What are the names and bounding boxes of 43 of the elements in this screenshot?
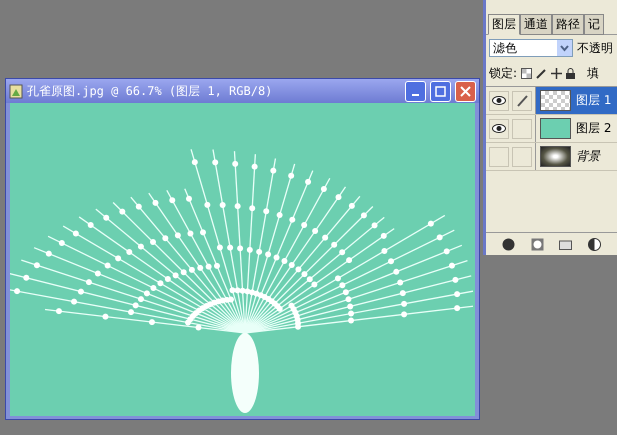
mask-icon[interactable]: [530, 238, 544, 250]
link-toggle[interactable]: [512, 90, 532, 110]
visibility-toggle[interactable]: [489, 146, 509, 166]
panel-tab[interactable]: 记: [584, 14, 604, 35]
document-icon: [9, 84, 23, 98]
adjustment-icon[interactable]: [588, 238, 602, 250]
visibility-toggle[interactable]: [489, 118, 509, 138]
layer-row[interactable]: 背景: [535, 143, 617, 170]
layer-name: 背景: [576, 148, 600, 165]
panel-tab[interactable]: 路径: [552, 14, 584, 35]
link-toggle[interactable]: [512, 146, 532, 166]
maximize-button[interactable]: [430, 80, 451, 102]
layer-row[interactable]: 图层 1: [535, 87, 617, 114]
panel-tab[interactable]: 图层: [488, 14, 520, 35]
brush-icon[interactable]: [536, 68, 548, 79]
fill-label: 填: [587, 65, 600, 82]
effects-icon[interactable]: [502, 238, 515, 250]
visibility-toggle[interactable]: [489, 90, 509, 110]
minimize-button[interactable]: [405, 80, 426, 102]
chevron-icon: [557, 40, 572, 56]
layer-name: 图层 2: [576, 120, 612, 137]
lock-icon[interactable]: [566, 68, 576, 79]
link-toggle[interactable]: [512, 118, 532, 138]
window-title: 孔雀原图.jpg @ 66.7% (图层 1, RGB/8): [27, 82, 274, 100]
checkerboard-icon[interactable]: [521, 68, 532, 79]
folder-icon[interactable]: [559, 238, 572, 250]
close-icon: [460, 86, 471, 96]
eye-icon: [492, 96, 506, 105]
brush-icon: [516, 94, 528, 106]
opacity-label: 不透明: [577, 40, 613, 56]
lock-label: 锁定:: [489, 65, 518, 82]
minimize-icon: [412, 94, 419, 96]
maximize-icon: [435, 86, 446, 96]
panel-tab[interactable]: 通道: [520, 14, 552, 35]
close-button[interactable]: [455, 80, 476, 102]
move-icon[interactable]: [551, 68, 562, 79]
layer-thumbnail: [540, 146, 571, 167]
layer-row[interactable]: 图层 2: [535, 115, 617, 142]
layer-thumbnail: [540, 90, 571, 111]
layer-name: 图层 1: [576, 92, 612, 109]
blend-mode-dropdown[interactable]: 滤色: [489, 39, 573, 57]
layer-thumbnail: [540, 118, 571, 139]
eye-icon: [492, 124, 506, 133]
